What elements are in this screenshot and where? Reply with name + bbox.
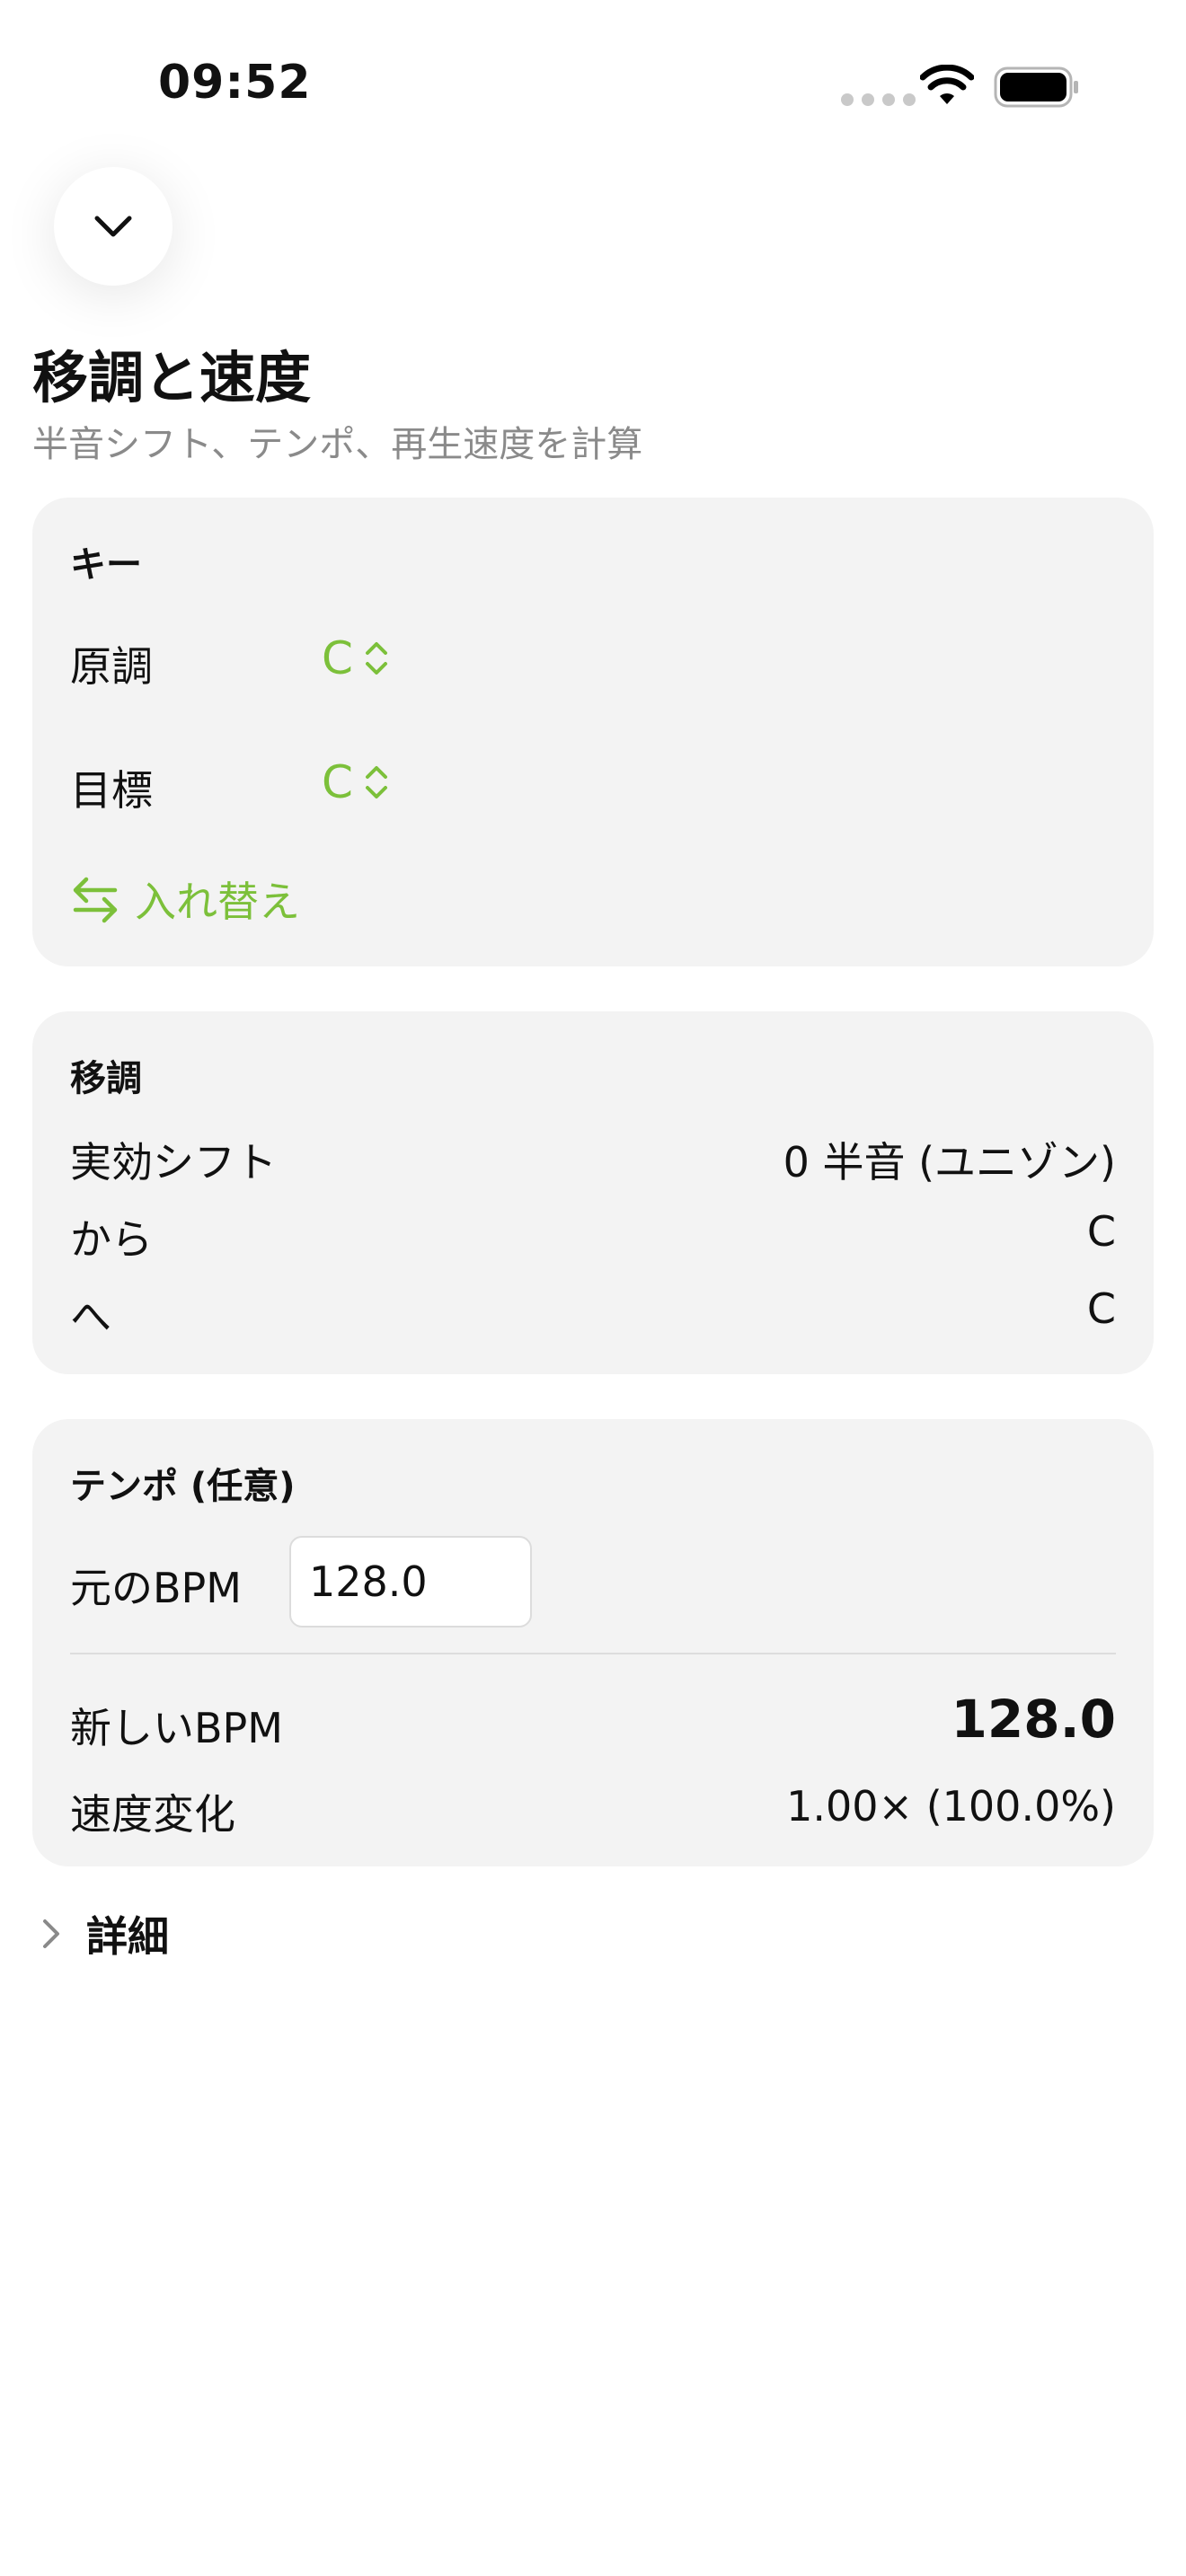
speed-change-value: 1.00× (100.0%) — [786, 1782, 1116, 1831]
swap-keys-label: 入れ替え — [135, 878, 300, 926]
key-section-heading: キー — [70, 544, 142, 586]
page-subtitle: 半音シフト、テンポ、再生速度を計算 — [32, 424, 643, 465]
chevron-right-icon — [43, 1919, 59, 1948]
effective-shift-value: 0 半音 (ユニゾン) — [783, 1138, 1116, 1187]
transpose-section-heading: 移調 — [70, 1058, 142, 1099]
original-key-picker[interactable]: C — [322, 632, 389, 684]
target-key-label: 目標 — [70, 766, 153, 815]
page-title: 移調と速度 — [32, 345, 312, 410]
chevron-down-icon — [94, 216, 132, 237]
target-key-value: C — [322, 756, 353, 808]
original-bpm-field[interactable] — [289, 1536, 532, 1628]
from-key-label: から — [70, 1215, 153, 1264]
swap-arrows-icon — [73, 877, 118, 923]
details-disclosure[interactable]: 詳細 — [40, 1904, 169, 1963]
original-key-label: 原調 — [70, 642, 153, 691]
transpose-card: 移調 実効シフト 0 半音 (ユニゾン) から C へ C — [32, 1011, 1154, 1374]
status-bar: 09:52 — [0, 0, 1186, 171]
swap-keys-button[interactable]: 入れ替え — [70, 869, 300, 929]
tempo-section-heading: テンポ (任意) — [70, 1466, 296, 1507]
key-card: キー 原調 C 目標 C 入れ替え — [32, 498, 1154, 966]
cellular-signal-icon — [841, 93, 916, 106]
divider — [70, 1653, 1116, 1654]
details-label: 詳細 — [86, 1912, 169, 1961]
from-key-value: C — [1086, 1207, 1116, 1256]
original-bpm-label: 元のBPM — [70, 1564, 242, 1612]
new-bpm-label: 新しいBPM — [70, 1704, 283, 1752]
chevron-up-down-icon — [365, 642, 387, 675]
battery-icon — [994, 66, 1078, 108]
target-key-picker[interactable]: C — [322, 756, 389, 808]
tempo-card: テンポ (任意) 元のBPM 新しいBPM 128.0 速度変化 1.00× (… — [32, 1419, 1154, 1866]
speed-change-label: 速度変化 — [70, 1790, 235, 1839]
status-time: 09:52 — [158, 56, 312, 110]
effective-shift-label: 実効シフト — [70, 1138, 277, 1187]
collapse-button[interactable] — [54, 167, 173, 286]
original-key-value: C — [322, 632, 353, 684]
new-bpm-value: 128.0 — [951, 1689, 1116, 1750]
to-key-label: へ — [70, 1292, 111, 1341]
chevron-up-down-icon — [365, 766, 387, 798]
wifi-icon — [920, 65, 974, 104]
to-key-value: C — [1086, 1284, 1116, 1333]
